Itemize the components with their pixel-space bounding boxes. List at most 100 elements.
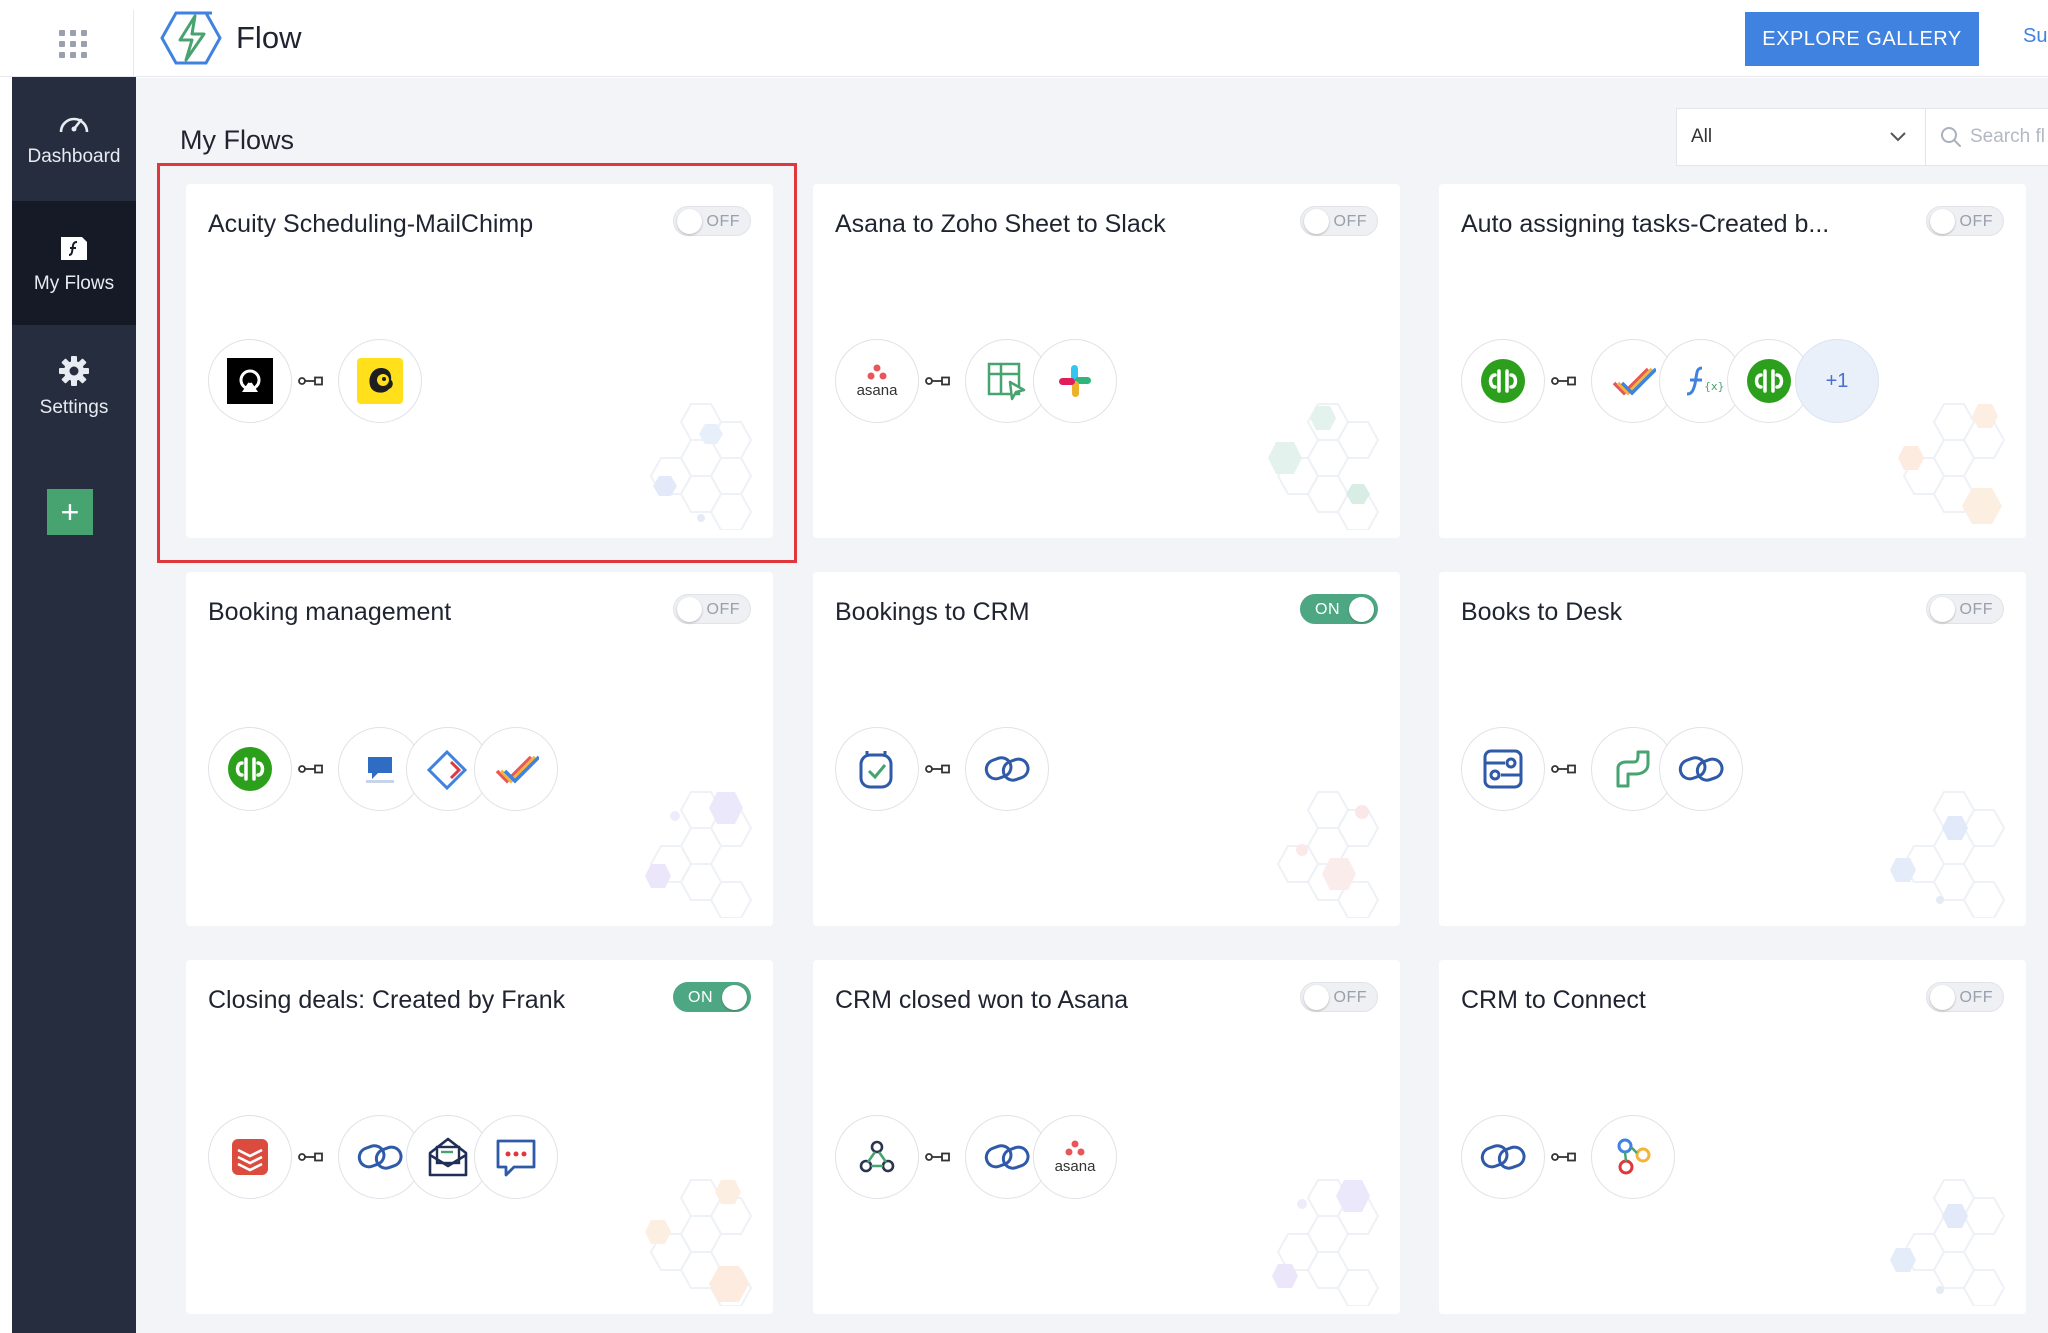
more-apps-badge[interactable]: +1 [1795, 339, 1879, 423]
acuity-scheduling-icon [208, 339, 292, 423]
flow-toggle[interactable]: OFF [1926, 594, 2004, 624]
app-launcher-button[interactable] [12, 10, 134, 77]
flow-toggle[interactable]: OFF [1926, 982, 2004, 1012]
brand[interactable]: Flow [160, 8, 301, 68]
app-title: Flow [236, 20, 302, 55]
zoho-crm-icon [1659, 727, 1743, 811]
quickbooks-icon [208, 727, 292, 811]
connector-icon [298, 764, 323, 774]
hexagon-decoration [645, 791, 753, 918]
toggle-label: OFF [706, 601, 740, 618]
filter-value: All [1691, 126, 1713, 147]
connector-icon [298, 376, 323, 386]
flow-card[interactable]: Asana to Zoho Sheet to Slack OFF asana [813, 184, 1400, 538]
flow-title: Asana to Zoho Sheet to Slack [835, 210, 1166, 238]
toggle-label: OFF [1333, 213, 1367, 230]
flow-toggle[interactable]: OFF [1926, 206, 2004, 236]
sidebar-item-label: Dashboard [27, 146, 121, 167]
webhook-icon [835, 1115, 919, 1199]
search-placeholder: Search fl [1970, 126, 2045, 147]
gear-icon [59, 356, 89, 386]
hexagon-decoration [1898, 403, 2006, 524]
flow-title: Acuity Scheduling-MailChimp [208, 210, 534, 238]
flow-title: CRM to Connect [1461, 986, 1646, 1014]
flow-file-icon [61, 237, 87, 260]
gauge-icon [59, 117, 89, 133]
flow-title: Bookings to CRM [835, 598, 1030, 626]
sidebar-item-my-flows[interactable]: My Flows [12, 201, 136, 325]
todoist-icon [208, 1115, 292, 1199]
flow-title: Booking management [208, 598, 452, 626]
sidebar: Dashboard My Flows Settings + [12, 77, 136, 1333]
hexagon-decoration [1890, 791, 2006, 918]
flow-toggle[interactable]: OFF [673, 594, 751, 624]
zoho-bookings-icon [835, 727, 919, 811]
add-flow-button[interactable]: + [47, 489, 93, 535]
search-icon [1941, 127, 1961, 147]
svg-text:{x}: {x} [1704, 380, 1724, 393]
zoho-crm-icon [965, 727, 1049, 811]
toggle-label: ON [688, 989, 713, 1006]
toggle-label: OFF [1333, 989, 1367, 1006]
hexagon-decoration [1272, 1179, 1380, 1306]
flow-toggle[interactable]: ON [673, 982, 751, 1012]
main-content: My Flows All Search fl Acuity Scheduling… [136, 78, 2048, 1333]
hexagon-decoration [1276, 791, 1380, 918]
hexagon-decoration [1268, 403, 1380, 530]
toggle-label: OFF [706, 213, 740, 230]
flow-toggle[interactable]: OFF [1300, 982, 1378, 1012]
chat-bubble-icon [474, 1115, 558, 1199]
flow-toggle[interactable]: ON [1300, 594, 1378, 624]
zoho-connect-icon [1591, 1115, 1675, 1199]
connector-icon [925, 1152, 950, 1162]
chevron-down-icon [1890, 132, 1906, 142]
toggle-label: ON [1315, 601, 1340, 618]
flow-toggle[interactable]: OFF [673, 206, 751, 236]
flow-title: Closing deals: Created by Frank [208, 986, 566, 1014]
toggle-label: OFF [1959, 213, 1993, 230]
asana-wordmark: asana [1054, 1157, 1096, 1175]
su-link[interactable]: Su [2023, 25, 2047, 48]
toggle-label: OFF [1959, 601, 1993, 618]
asana-icon: asana [835, 339, 919, 423]
checkmark-icon [474, 727, 558, 811]
sidebar-item-label: Settings [39, 397, 109, 418]
zoho-books-icon [1461, 727, 1545, 811]
flow-card[interactable]: Auto assigning tasks-Created b... OFF {x… [1439, 184, 2026, 538]
hexagon-decoration [1890, 1179, 2006, 1306]
sidebar-item-settings[interactable]: Settings [12, 325, 136, 449]
flow-logo-icon [160, 11, 222, 65]
page-title: My Flows [180, 125, 294, 155]
sidebar-item-label: My Flows [33, 273, 115, 294]
flow-title: Auto assigning tasks-Created b... [1461, 210, 1830, 238]
search-input[interactable]: Search fl [1926, 108, 2048, 166]
filter-dropdown[interactable]: All [1676, 108, 1926, 166]
flow-toggle[interactable]: OFF [1300, 206, 1378, 236]
flow-card[interactable]: Bookings to CRM ON [813, 572, 1400, 926]
flow-card[interactable]: Books to Desk OFF [1439, 572, 2026, 926]
connector-icon [1551, 1152, 1576, 1162]
zoho-crm-icon [1461, 1115, 1545, 1199]
quickbooks-icon [1461, 339, 1545, 423]
asana-icon: asana [1033, 1115, 1117, 1199]
flow-card[interactable]: Acuity Scheduling-MailChimp OFF [186, 184, 773, 538]
connector-icon [925, 764, 950, 774]
flow-title: Books to Desk [1461, 598, 1623, 626]
mailchimp-icon [338, 339, 422, 423]
flow-card[interactable]: CRM to Connect OFF [1439, 960, 2026, 1314]
slack-icon [1033, 339, 1117, 423]
connector-icon [298, 1152, 323, 1162]
hexagon-decoration [645, 1179, 753, 1306]
grid-icon [58, 29, 87, 58]
hexagon-decoration [649, 403, 753, 530]
toggle-label: OFF [1959, 989, 1993, 1006]
flow-card[interactable]: Closing deals: Created by Frank ON [186, 960, 773, 1314]
connector-icon [1551, 376, 1576, 386]
connector-icon [1551, 764, 1576, 774]
sidebar-item-dashboard[interactable]: Dashboard [12, 77, 136, 201]
connector-icon [925, 376, 950, 386]
asana-wordmark: asana [856, 381, 898, 399]
explore-gallery-button[interactable]: EXPLORE GALLERY [1745, 12, 1979, 66]
flow-card[interactable]: CRM closed won to Asana OFF asana [813, 960, 1400, 1314]
flow-card[interactable]: Booking management OFF [186, 572, 773, 926]
